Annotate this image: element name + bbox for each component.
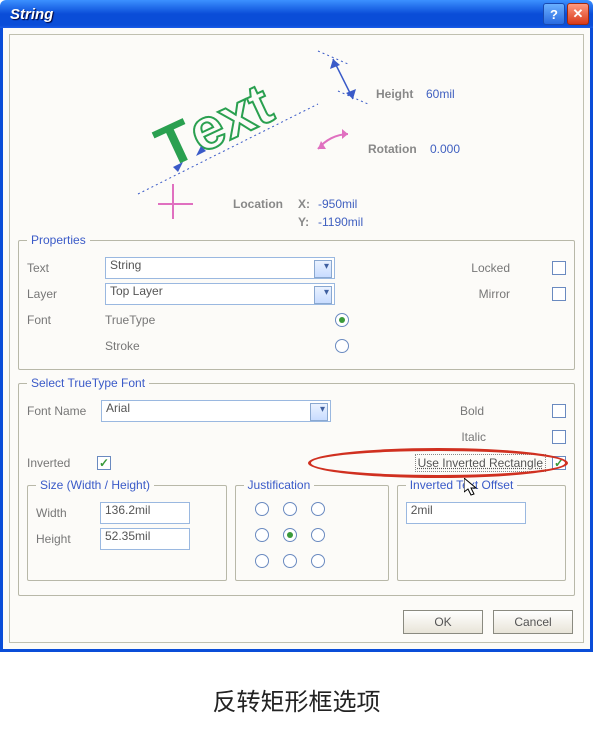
use-inverted-rect-checkbox[interactable]	[552, 456, 566, 470]
location-y-value: -1190mil	[318, 215, 363, 229]
locked-label: Locked	[471, 261, 510, 275]
text-label: Text	[27, 261, 105, 275]
inverted-label: Inverted	[27, 456, 97, 470]
offset-group: Inverted Text Offset 2mil	[397, 478, 566, 581]
size-height-label: Height	[36, 532, 100, 546]
size-width-label: Width	[36, 506, 100, 520]
ok-button[interactable]: OK	[403, 610, 483, 634]
height-label: Height	[376, 87, 413, 101]
justification-legend: Justification	[244, 478, 315, 492]
text-combo[interactable]: String	[105, 257, 335, 279]
location-label: Location	[233, 197, 283, 211]
text-preview: T ext Height 60mil Rotation 0.000 Locati…	[18, 39, 575, 229]
font-truetype-label: TrueType	[105, 313, 185, 327]
just-mr[interactable]	[311, 528, 325, 542]
italic-checkbox[interactable]	[552, 430, 566, 444]
just-br[interactable]	[311, 554, 325, 568]
location-y-label: Y:	[298, 215, 309, 229]
offset-legend: Inverted Text Offset	[406, 478, 518, 492]
titlebar: String ? ✕	[0, 0, 593, 28]
just-mc[interactable]	[283, 528, 297, 542]
size-group: Size (Width / Height) Width 136.2mil Hei…	[27, 478, 227, 581]
locked-checkbox[interactable]	[552, 261, 566, 275]
fontname-label: Font Name	[27, 404, 101, 418]
truetype-group: Select TrueType Font Font Name Arial Bol…	[18, 376, 575, 596]
location-x-label: X:	[298, 197, 310, 211]
rotation-label: Rotation	[368, 142, 417, 156]
layer-label: Layer	[27, 287, 105, 301]
bold-label: Bold	[460, 404, 484, 418]
button-bar: OK Cancel	[18, 602, 575, 634]
font-truetype-radio[interactable]	[335, 313, 349, 327]
font-stroke-radio[interactable]	[335, 339, 349, 353]
cursor-icon	[464, 478, 480, 500]
justification-group: Justification	[235, 478, 389, 581]
just-bc[interactable]	[283, 554, 297, 568]
just-tl[interactable]	[255, 502, 269, 516]
close-button[interactable]: ✕	[567, 3, 589, 25]
just-tc[interactable]	[283, 502, 297, 516]
properties-legend: Properties	[27, 233, 90, 247]
window-body: T ext Height 60mil Rotation 0.000 Locati…	[0, 28, 593, 652]
just-ml[interactable]	[255, 528, 269, 542]
mirror-label: Mirror	[479, 287, 510, 301]
inner-panel: T ext Height 60mil Rotation 0.000 Locati…	[9, 34, 584, 643]
window-title: String	[10, 6, 541, 23]
cancel-button[interactable]: Cancel	[493, 610, 573, 634]
inverted-checkbox[interactable]	[97, 456, 111, 470]
layer-combo[interactable]: Top Layer	[105, 283, 335, 305]
rotation-value: 0.000	[430, 142, 460, 156]
size-legend: Size (Width / Height)	[36, 478, 154, 492]
size-height-input[interactable]: 52.35mil	[100, 528, 190, 550]
use-inverted-rect-label: Use Inverted Rectangle	[415, 454, 546, 472]
size-width-input[interactable]: 136.2mil	[100, 502, 190, 524]
bold-checkbox[interactable]	[552, 404, 566, 418]
mirror-checkbox[interactable]	[552, 287, 566, 301]
just-tr[interactable]	[311, 502, 325, 516]
font-stroke-label: Stroke	[105, 339, 185, 353]
truetype-legend: Select TrueType Font	[27, 376, 149, 390]
location-x-value: -950mil	[318, 197, 357, 211]
height-value: 60mil	[426, 87, 455, 101]
just-bl[interactable]	[255, 554, 269, 568]
font-label: Font	[27, 313, 105, 327]
help-button[interactable]: ?	[543, 3, 565, 25]
fontname-combo[interactable]: Arial	[101, 400, 331, 422]
offset-input[interactable]: 2mil	[406, 502, 526, 524]
properties-group: Properties Text String Locked Layer Top …	[18, 233, 575, 370]
figure-caption: 反转矩形框选项	[0, 652, 593, 737]
italic-label: Italic	[461, 430, 486, 444]
